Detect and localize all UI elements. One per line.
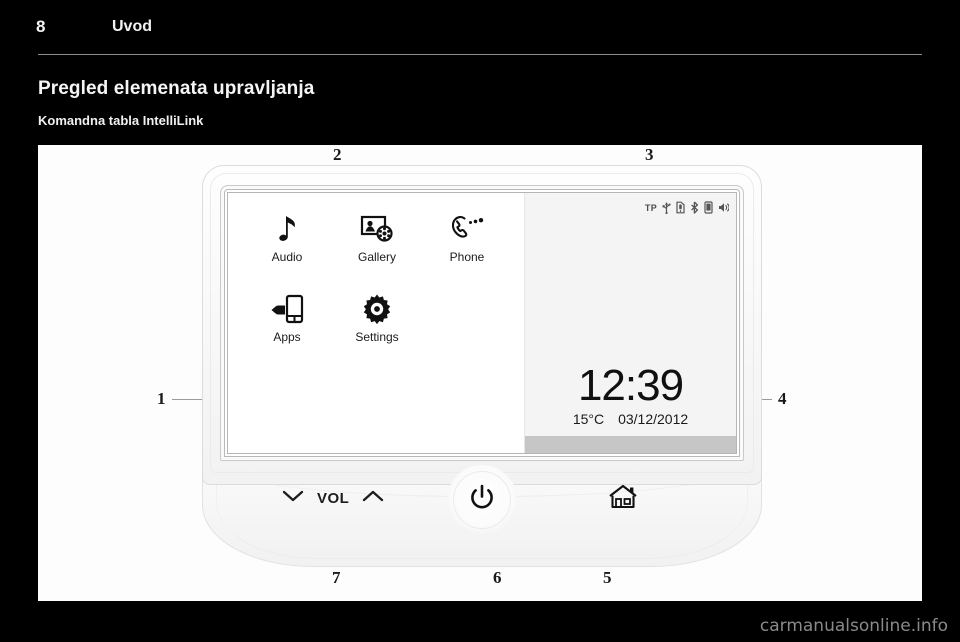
chevron-down-icon[interactable]: [282, 489, 304, 508]
callout-1: 1: [157, 389, 166, 408]
outside-temperature: 15°C: [572, 411, 605, 427]
status-tp-label: TP: [644, 202, 657, 213]
page-number: 8: [36, 17, 46, 36]
sd-card-icon: [676, 201, 685, 214]
callout-2: 2: [333, 145, 342, 164]
chapter-title: Uvod: [112, 18, 152, 35]
speaker-mute-icon: [718, 201, 729, 214]
music-note-icon: [274, 209, 300, 249]
phone-handset-icon: [450, 209, 484, 249]
usb-icon: [662, 201, 671, 214]
clock-time: 12:39: [577, 361, 684, 411]
app-grid: Audio Gallery Phone Apps Settings: [242, 209, 514, 369]
volume-control-group: VOL: [282, 489, 384, 508]
callout-7: 7: [332, 568, 341, 587]
app-label-apps: Apps: [273, 330, 301, 344]
status-clock-panel: TP 12:39 15°C 03/12/2012: [524, 193, 736, 453]
figure-intellilink-dashboard: 2 3 1 4 7 6 5 Audio Gallery Phone Apps S…: [38, 145, 922, 601]
app-label-phone: Phone: [449, 250, 485, 264]
callout-3: 3: [645, 145, 654, 164]
home-icon: [608, 483, 638, 516]
status-bar: TP: [645, 201, 729, 214]
callout-4: 4: [778, 389, 787, 408]
panel-bottom-bar: [525, 436, 736, 453]
power-button-ring: [453, 471, 511, 529]
current-date: 03/12/2012: [618, 411, 689, 427]
gear-icon: [361, 289, 393, 329]
page-subtitle: Komandna tabla IntelliLink: [38, 113, 204, 128]
app-label-settings: Settings: [355, 330, 399, 344]
app-tile-audio[interactable]: Audio: [242, 209, 332, 289]
app-tile-settings[interactable]: Settings: [332, 289, 422, 369]
callout-5: 5: [603, 568, 612, 587]
clock-widget: 12:39 15°C 03/12/2012: [525, 361, 736, 427]
bluetooth-icon: [690, 201, 699, 214]
phone-battery-icon: [704, 201, 713, 214]
site-watermark: carmanualsonline.info: [759, 616, 948, 636]
intellilink-head-unit: Audio Gallery Phone Apps Settings TP 12:…: [202, 165, 762, 567]
home-button[interactable]: [606, 483, 640, 515]
photo-film-icon: [360, 209, 394, 249]
volume-label: VOL: [317, 490, 350, 507]
app-tile-apps[interactable]: Apps: [242, 289, 332, 369]
home-menu-panel: Audio Gallery Phone Apps Settings: [228, 193, 524, 453]
display-screen[interactable]: Audio Gallery Phone Apps Settings TP 12:…: [227, 192, 737, 454]
app-label-gallery: Gallery: [357, 250, 396, 264]
app-tile-gallery[interactable]: Gallery: [332, 209, 422, 289]
app-tile-phone[interactable]: Phone: [422, 209, 512, 289]
power-button[interactable]: [447, 465, 517, 535]
hand-smartphone-icon: [269, 289, 305, 329]
app-label-audio: Audio: [271, 250, 303, 264]
chevron-up-icon[interactable]: [362, 489, 384, 508]
page-header: 8 Uvod: [0, 0, 960, 56]
callout-6: 6: [493, 568, 502, 587]
page-title: Pregled elemenata upravljanja: [38, 78, 315, 99]
header-divider: [38, 54, 922, 55]
clock-subline: 15°C 03/12/2012: [525, 411, 736, 427]
